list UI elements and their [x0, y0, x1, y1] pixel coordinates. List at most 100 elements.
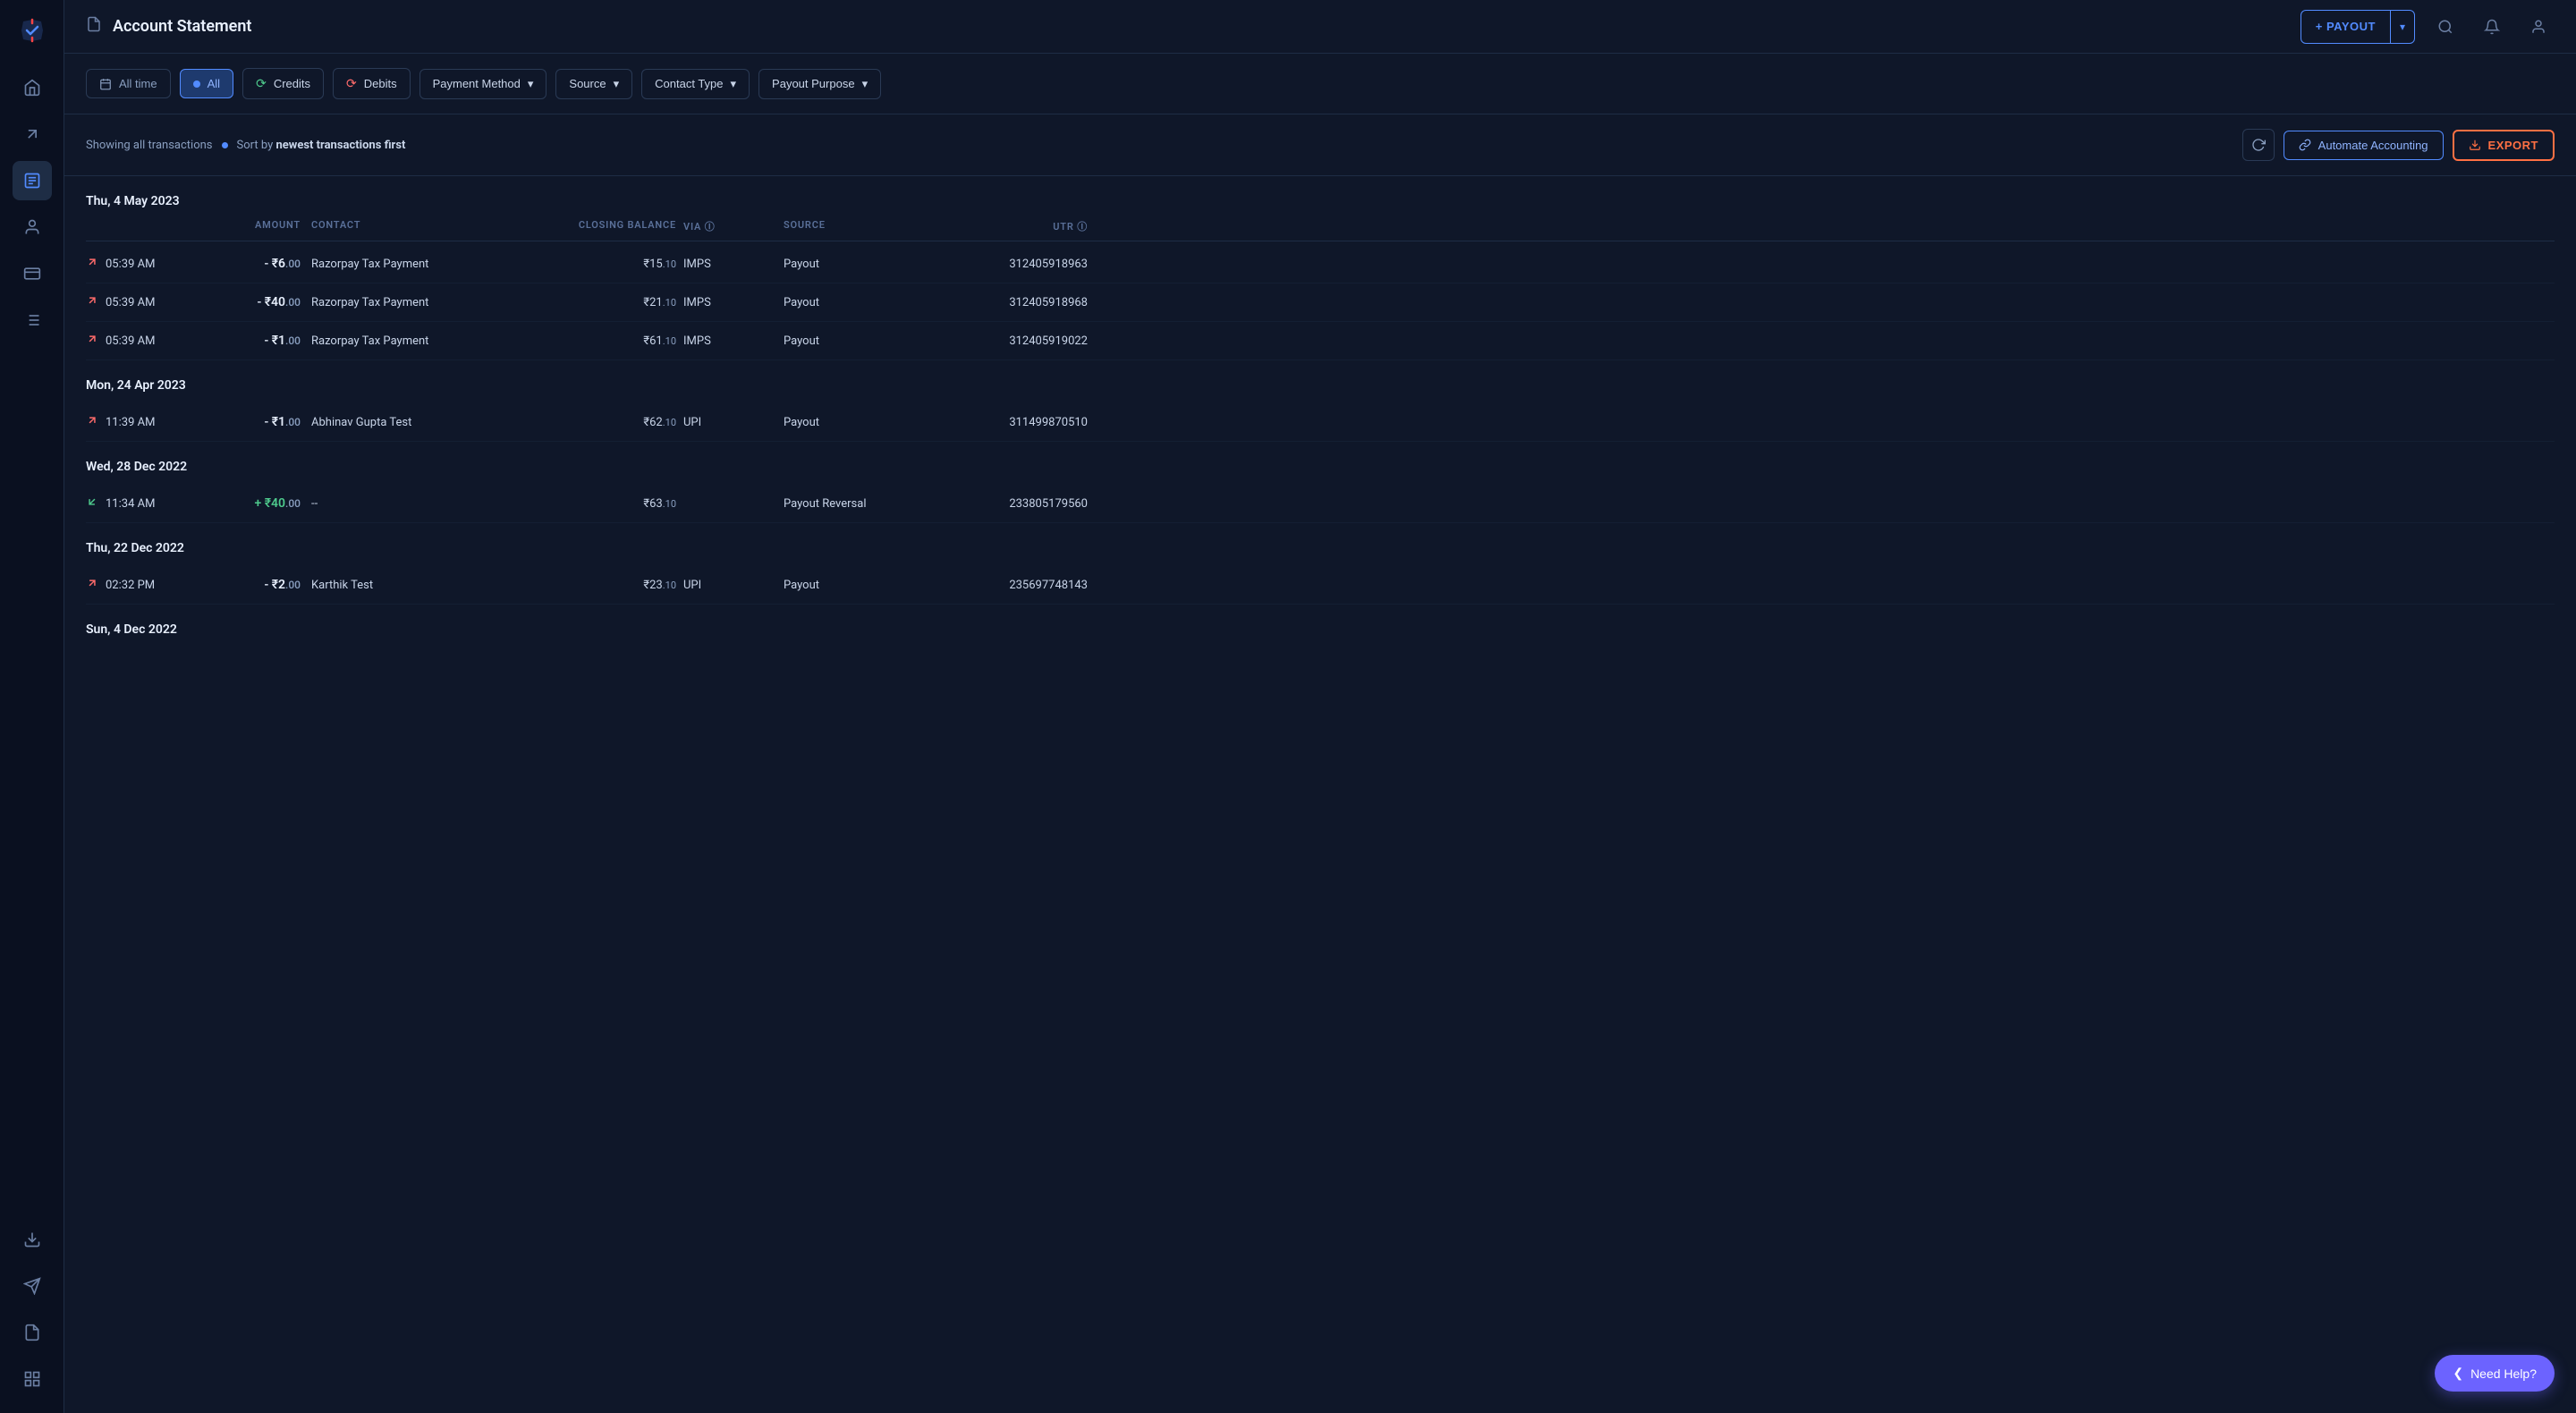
automate-accounting-button[interactable]: Automate Accounting — [2284, 131, 2444, 160]
filter-credits-label: Credits — [274, 77, 310, 90]
notifications-btn[interactable] — [2476, 11, 2508, 43]
chevron-left-icon: ❮ — [2453, 1366, 2463, 1381]
sidebar-item-contacts[interactable] — [13, 207, 52, 247]
search-btn[interactable] — [2429, 11, 2462, 43]
time-value: 05:39 AM — [106, 334, 155, 348]
table-row[interactable]: 05:39 AM - ₹40.00 Razorpay Tax Payment ₹… — [86, 283, 2555, 322]
time-cell: 11:39 AM — [86, 414, 211, 430]
table-row[interactable]: 11:39 AM - ₹1.00 Abhinav Gupta Test ₹62.… — [86, 403, 2555, 442]
filter-all-label: All — [208, 77, 220, 90]
utr-cell: 312405919022 — [927, 334, 1088, 348]
export-button[interactable]: EXPORT — [2453, 130, 2555, 161]
filter-source[interactable]: Source ▾ — [555, 69, 632, 99]
amount-decimal: .00 — [285, 334, 301, 347]
closing-cell: ₹15.10 — [497, 258, 676, 271]
filter-payment-method[interactable]: Payment Method ▾ — [419, 69, 547, 99]
sidebar-item-home[interactable] — [13, 68, 52, 107]
filter-payout-purpose[interactable]: Payout Purpose ▾ — [758, 69, 881, 99]
amount-decimal: .00 — [285, 258, 301, 270]
filter-credits[interactable]: ⟳ Credits — [242, 68, 324, 99]
time-value: 05:39 AM — [106, 258, 155, 271]
contact-cell: Karthik Test — [301, 579, 497, 592]
closing-decimal: .10 — [663, 297, 676, 309]
source-cell: Payout — [784, 258, 927, 271]
chevron-down-icon-2: ▾ — [614, 77, 620, 91]
contact-cell: Razorpay Tax Payment — [301, 296, 497, 309]
closing-decimal: .10 — [663, 580, 676, 591]
filter-all[interactable]: All — [180, 69, 233, 98]
filter-contact-type[interactable]: Contact Type ▾ — [641, 69, 750, 99]
info-dot — [222, 142, 228, 148]
document-icon — [86, 16, 102, 37]
amount-decimal: .00 — [285, 579, 301, 591]
table-row[interactable]: 05:39 AM - ₹6.00 Razorpay Tax Payment ₹1… — [86, 245, 2555, 283]
sidebar-item-arrow[interactable] — [13, 114, 52, 154]
amount-value: 6 — [278, 257, 285, 271]
sidebar-item-download[interactable] — [13, 1220, 52, 1259]
sidebar-item-send[interactable] — [13, 1266, 52, 1306]
via-cell: UPI — [676, 579, 784, 592]
payout-button[interactable]: + PAYOUT ▾ — [2301, 10, 2415, 44]
page-title: Account Statement — [113, 17, 251, 36]
filter-contact-type-label: Contact Type — [655, 77, 723, 90]
sidebar-item-cards[interactable] — [13, 254, 52, 293]
credit-icon — [86, 495, 98, 512]
amount-prefix: + ₹ — [254, 496, 271, 511]
chevron-down-icon: ▾ — [528, 77, 534, 91]
user-btn[interactable] — [2522, 11, 2555, 43]
calendar-icon — [99, 78, 112, 90]
sort-text: Sort by newest transactions first — [237, 139, 406, 152]
sidebar-item-list[interactable] — [13, 300, 52, 340]
filter-debits-label: Debits — [364, 77, 397, 90]
source-cell: Payout — [784, 296, 927, 309]
col-source: SOURCE — [784, 219, 927, 233]
time-cell: 05:39 AM — [86, 333, 211, 349]
payout-dropdown-btn[interactable]: ▾ — [2391, 13, 2414, 40]
amount-cell: - ₹1.00 — [211, 415, 301, 429]
time-value: 11:39 AM — [106, 416, 155, 429]
filter-payout-purpose-label: Payout Purpose — [772, 77, 855, 90]
closing-value: ₹23 — [643, 579, 662, 592]
table-header: AMOUNT CONTACT CLOSING BALANCE VIA ⓘ SOU… — [86, 219, 2555, 241]
amount-cell: - ₹40.00 — [211, 295, 301, 309]
utr-cell: 235697748143 — [927, 579, 1088, 592]
payout-main-btn[interactable]: + PAYOUT — [2301, 13, 2390, 40]
refresh-icon — [2251, 138, 2266, 152]
via-cell: IMPS — [676, 258, 784, 271]
amount-cell: + ₹40.00 — [211, 496, 301, 511]
amount-decimal: .00 — [285, 296, 301, 309]
sidebar-item-file[interactable] — [13, 1313, 52, 1352]
filter-bar: All time All ⟳ Credits ⟳ Debits Payment … — [64, 54, 2576, 114]
refresh-button[interactable] — [2242, 129, 2275, 161]
closing-cell: ₹62.10 — [497, 416, 676, 429]
col-contact: CONTACT — [301, 219, 497, 233]
amount-decimal: .00 — [285, 497, 301, 510]
download-icon — [2469, 139, 2481, 151]
date-header: Thu, 4 May 2023 — [86, 176, 2555, 219]
date-header: Wed, 28 Dec 2022 — [86, 442, 2555, 485]
filter-time[interactable]: All time — [86, 69, 171, 98]
time-cell: 05:39 AM — [86, 294, 211, 310]
debits-icon: ⟳ — [346, 76, 357, 91]
logo[interactable] — [16, 14, 48, 47]
sidebar-item-statement[interactable] — [13, 161, 52, 200]
filter-source-label: Source — [569, 77, 606, 90]
utr-cell: 312405918968 — [927, 296, 1088, 309]
amount-value: 1 — [278, 334, 285, 348]
amount-prefix: - ₹ — [264, 334, 278, 348]
table-row[interactable]: 11:34 AM + ₹40.00 -- ₹63.10 Payout Rever… — [86, 485, 2555, 523]
debit-icon — [86, 294, 98, 310]
utr-cell: 312405918963 — [927, 258, 1088, 271]
help-label: Need Help? — [2470, 1366, 2537, 1381]
date-header: Thu, 22 Dec 2022 — [86, 523, 2555, 566]
header-left: Account Statement — [86, 16, 251, 37]
filter-debits[interactable]: ⟳ Debits — [333, 68, 411, 99]
time-cell: 05:39 AM — [86, 256, 211, 272]
time-cell: 11:34 AM — [86, 495, 211, 512]
filter-payment-method-label: Payment Method — [433, 77, 521, 90]
table-row[interactable]: 02:32 PM - ₹2.00 Karthik Test ₹23.10 UPI… — [86, 566, 2555, 605]
help-button[interactable]: ❮ Need Help? — [2435, 1355, 2555, 1392]
amount-cell: - ₹6.00 — [211, 257, 301, 271]
table-row[interactable]: 05:39 AM - ₹1.00 Razorpay Tax Payment ₹6… — [86, 322, 2555, 360]
sidebar-item-grid[interactable] — [13, 1359, 52, 1399]
